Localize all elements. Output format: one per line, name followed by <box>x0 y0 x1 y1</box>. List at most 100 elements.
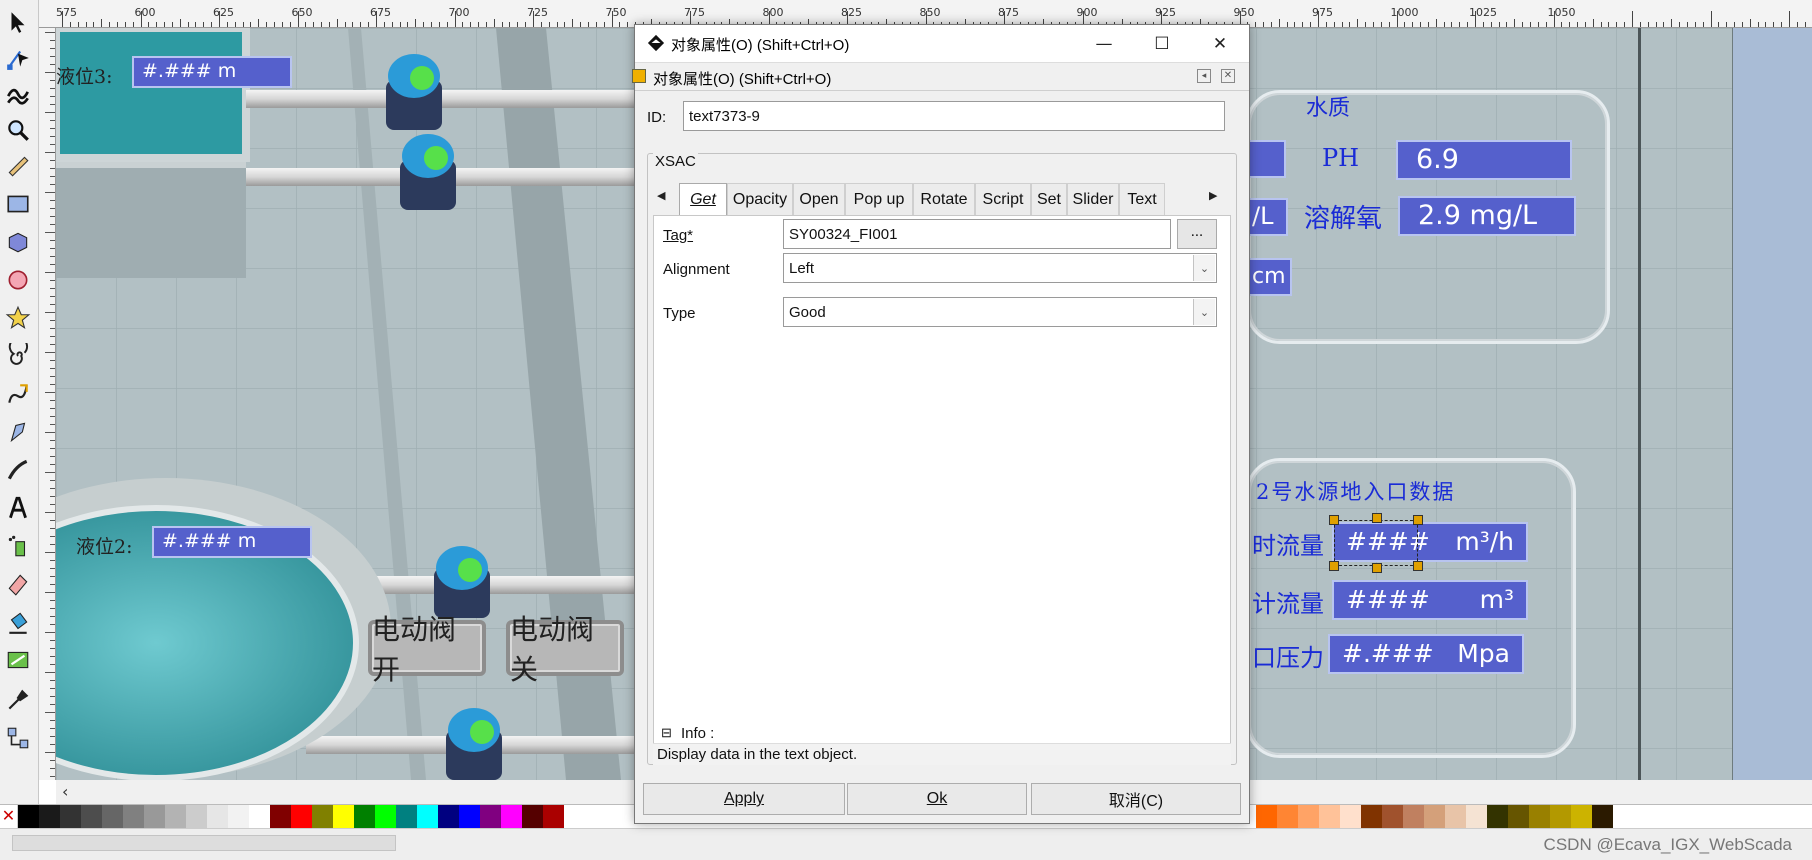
connector-tool-icon[interactable] <box>3 722 33 754</box>
color-swatch[interactable] <box>39 805 60 828</box>
valve-close-button[interactable]: 电动阀关 <box>506 613 624 686</box>
color-swatch[interactable] <box>1571 805 1592 828</box>
color-swatch[interactable] <box>1319 805 1340 828</box>
color-swatch[interactable] <box>312 805 333 828</box>
color-swatch[interactable] <box>291 805 312 828</box>
tab-slider[interactable]: Slider <box>1067 183 1119 215</box>
color-swatch[interactable] <box>60 805 81 828</box>
chevron-down-icon[interactable]: ⌄ <box>1193 255 1215 281</box>
star-tool-icon[interactable] <box>3 302 33 334</box>
minimize-icon[interactable]: — <box>1075 25 1133 63</box>
color-swatch[interactable] <box>207 805 228 828</box>
color-swatch[interactable] <box>102 805 123 828</box>
resize-handle[interactable] <box>1413 515 1423 525</box>
iconify-icon[interactable]: ◂ <box>1197 69 1211 83</box>
scroll-left-icon[interactable]: ‹ <box>62 782 68 801</box>
tab-text[interactable]: Text <box>1119 183 1165 215</box>
color-swatch[interactable] <box>1361 805 1382 828</box>
tab-pop-up[interactable]: Pop up <box>845 183 913 215</box>
zoom-tool-icon[interactable] <box>3 114 33 146</box>
resize-handle[interactable] <box>1372 563 1382 573</box>
color-swatch[interactable] <box>1424 805 1445 828</box>
type-select[interactable]: Good ⌄ <box>783 297 1217 327</box>
color-swatch[interactable] <box>144 805 165 828</box>
color-swatch[interactable] <box>501 805 522 828</box>
color-swatch[interactable] <box>1382 805 1403 828</box>
color-swatch[interactable] <box>228 805 249 828</box>
selector-tool-icon[interactable] <box>3 6 33 38</box>
tag-input[interactable]: SY00324_FI001 <box>783 219 1171 249</box>
color-swatch[interactable] <box>1445 805 1466 828</box>
rectangle-tool-icon[interactable] <box>3 188 33 220</box>
color-swatch[interactable] <box>417 805 438 828</box>
pen-tool-icon[interactable] <box>3 416 33 448</box>
selection-bounding-box[interactable] <box>1329 513 1423 573</box>
spray-tool-icon[interactable] <box>3 530 33 562</box>
ellipse-tool-icon[interactable] <box>3 264 33 296</box>
paint-bucket-tool-icon[interactable] <box>3 606 33 638</box>
apply-button[interactable]: Apply <box>643 783 845 815</box>
tab-scroll-right-icon[interactable]: ▶ <box>1209 189 1217 202</box>
3d-box-tool-icon[interactable] <box>3 226 33 258</box>
spiral-tool-icon[interactable] <box>3 340 33 372</box>
tab-rotate[interactable]: Rotate <box>913 183 975 215</box>
color-swatch[interactable] <box>123 805 144 828</box>
status-scrollbar[interactable] <box>12 835 396 851</box>
tab-open[interactable]: Open <box>793 183 845 215</box>
color-swatch[interactable] <box>354 805 375 828</box>
color-swatch[interactable] <box>1277 805 1298 828</box>
resize-handle[interactable] <box>1329 561 1339 571</box>
color-swatch[interactable] <box>522 805 543 828</box>
valve-open-button[interactable]: 电动阀开 <box>368 613 486 686</box>
color-swatch[interactable] <box>1487 805 1508 828</box>
color-swatch[interactable] <box>459 805 480 828</box>
measure-tool-icon[interactable] <box>3 150 33 182</box>
color-swatch[interactable] <box>270 805 291 828</box>
alignment-select[interactable]: Left ⌄ <box>783 253 1217 283</box>
color-swatch[interactable] <box>81 805 102 828</box>
color-swatch[interactable] <box>375 805 396 828</box>
color-swatch[interactable] <box>1466 805 1487 828</box>
color-swatch[interactable] <box>396 805 417 828</box>
color-swatch[interactable] <box>543 805 564 828</box>
source2-row2-box[interactable]: #### m³ <box>1332 580 1528 620</box>
color-swatch[interactable] <box>480 805 501 828</box>
no-paint-swatch[interactable]: ✕ <box>0 805 18 828</box>
close-panel-icon[interactable]: ✕ <box>1221 69 1235 83</box>
pencil-tool-icon[interactable] <box>3 378 33 410</box>
tab-get[interactable]: Get <box>679 183 727 215</box>
color-swatch[interactable] <box>18 805 39 828</box>
color-swatch[interactable] <box>249 805 270 828</box>
resize-handle[interactable] <box>1413 561 1423 571</box>
color-swatch[interactable] <box>1340 805 1361 828</box>
color-swatch[interactable] <box>1550 805 1571 828</box>
id-input[interactable]: text7373-9 <box>683 101 1225 131</box>
text-tool-icon[interactable] <box>3 492 33 524</box>
source2-row3-box[interactable]: #.### Mpa <box>1328 634 1524 674</box>
tweak-tool-icon[interactable] <box>3 78 33 110</box>
color-swatch[interactable] <box>1403 805 1424 828</box>
color-swatch[interactable] <box>1592 805 1613 828</box>
resize-handle[interactable] <box>1329 515 1339 525</box>
close-icon[interactable]: ✕ <box>1191 25 1249 63</box>
resize-handle[interactable] <box>1372 513 1382 523</box>
source2-row2-value[interactable]: #### <box>1346 585 1430 615</box>
color-swatch[interactable] <box>1256 805 1277 828</box>
liquid2-value[interactable]: #.### m <box>152 526 312 558</box>
ph-value[interactable]: 6.9 <box>1396 140 1572 180</box>
ok-button[interactable]: Ok <box>847 783 1027 815</box>
color-swatch[interactable] <box>1298 805 1319 828</box>
source2-row3-value[interactable]: #.### <box>1342 639 1434 669</box>
maximize-icon[interactable]: ☐ <box>1133 25 1191 63</box>
cancel-button[interactable]: 取消(C) <box>1031 783 1241 815</box>
calligraphy-tool-icon[interactable] <box>3 454 33 486</box>
tab-script[interactable]: Script <box>975 183 1031 215</box>
dropper-tool-icon[interactable] <box>3 684 33 716</box>
color-swatch[interactable] <box>1529 805 1550 828</box>
browse-tag-button[interactable]: ... <box>1177 219 1217 249</box>
dissolved-oxygen-value[interactable]: 2.9 mg/L <box>1398 196 1576 236</box>
tab-scroll-left-icon[interactable]: ◀ <box>657 189 665 202</box>
color-swatch[interactable] <box>438 805 459 828</box>
eraser-tool-icon[interactable] <box>3 568 33 600</box>
color-swatch[interactable] <box>333 805 354 828</box>
